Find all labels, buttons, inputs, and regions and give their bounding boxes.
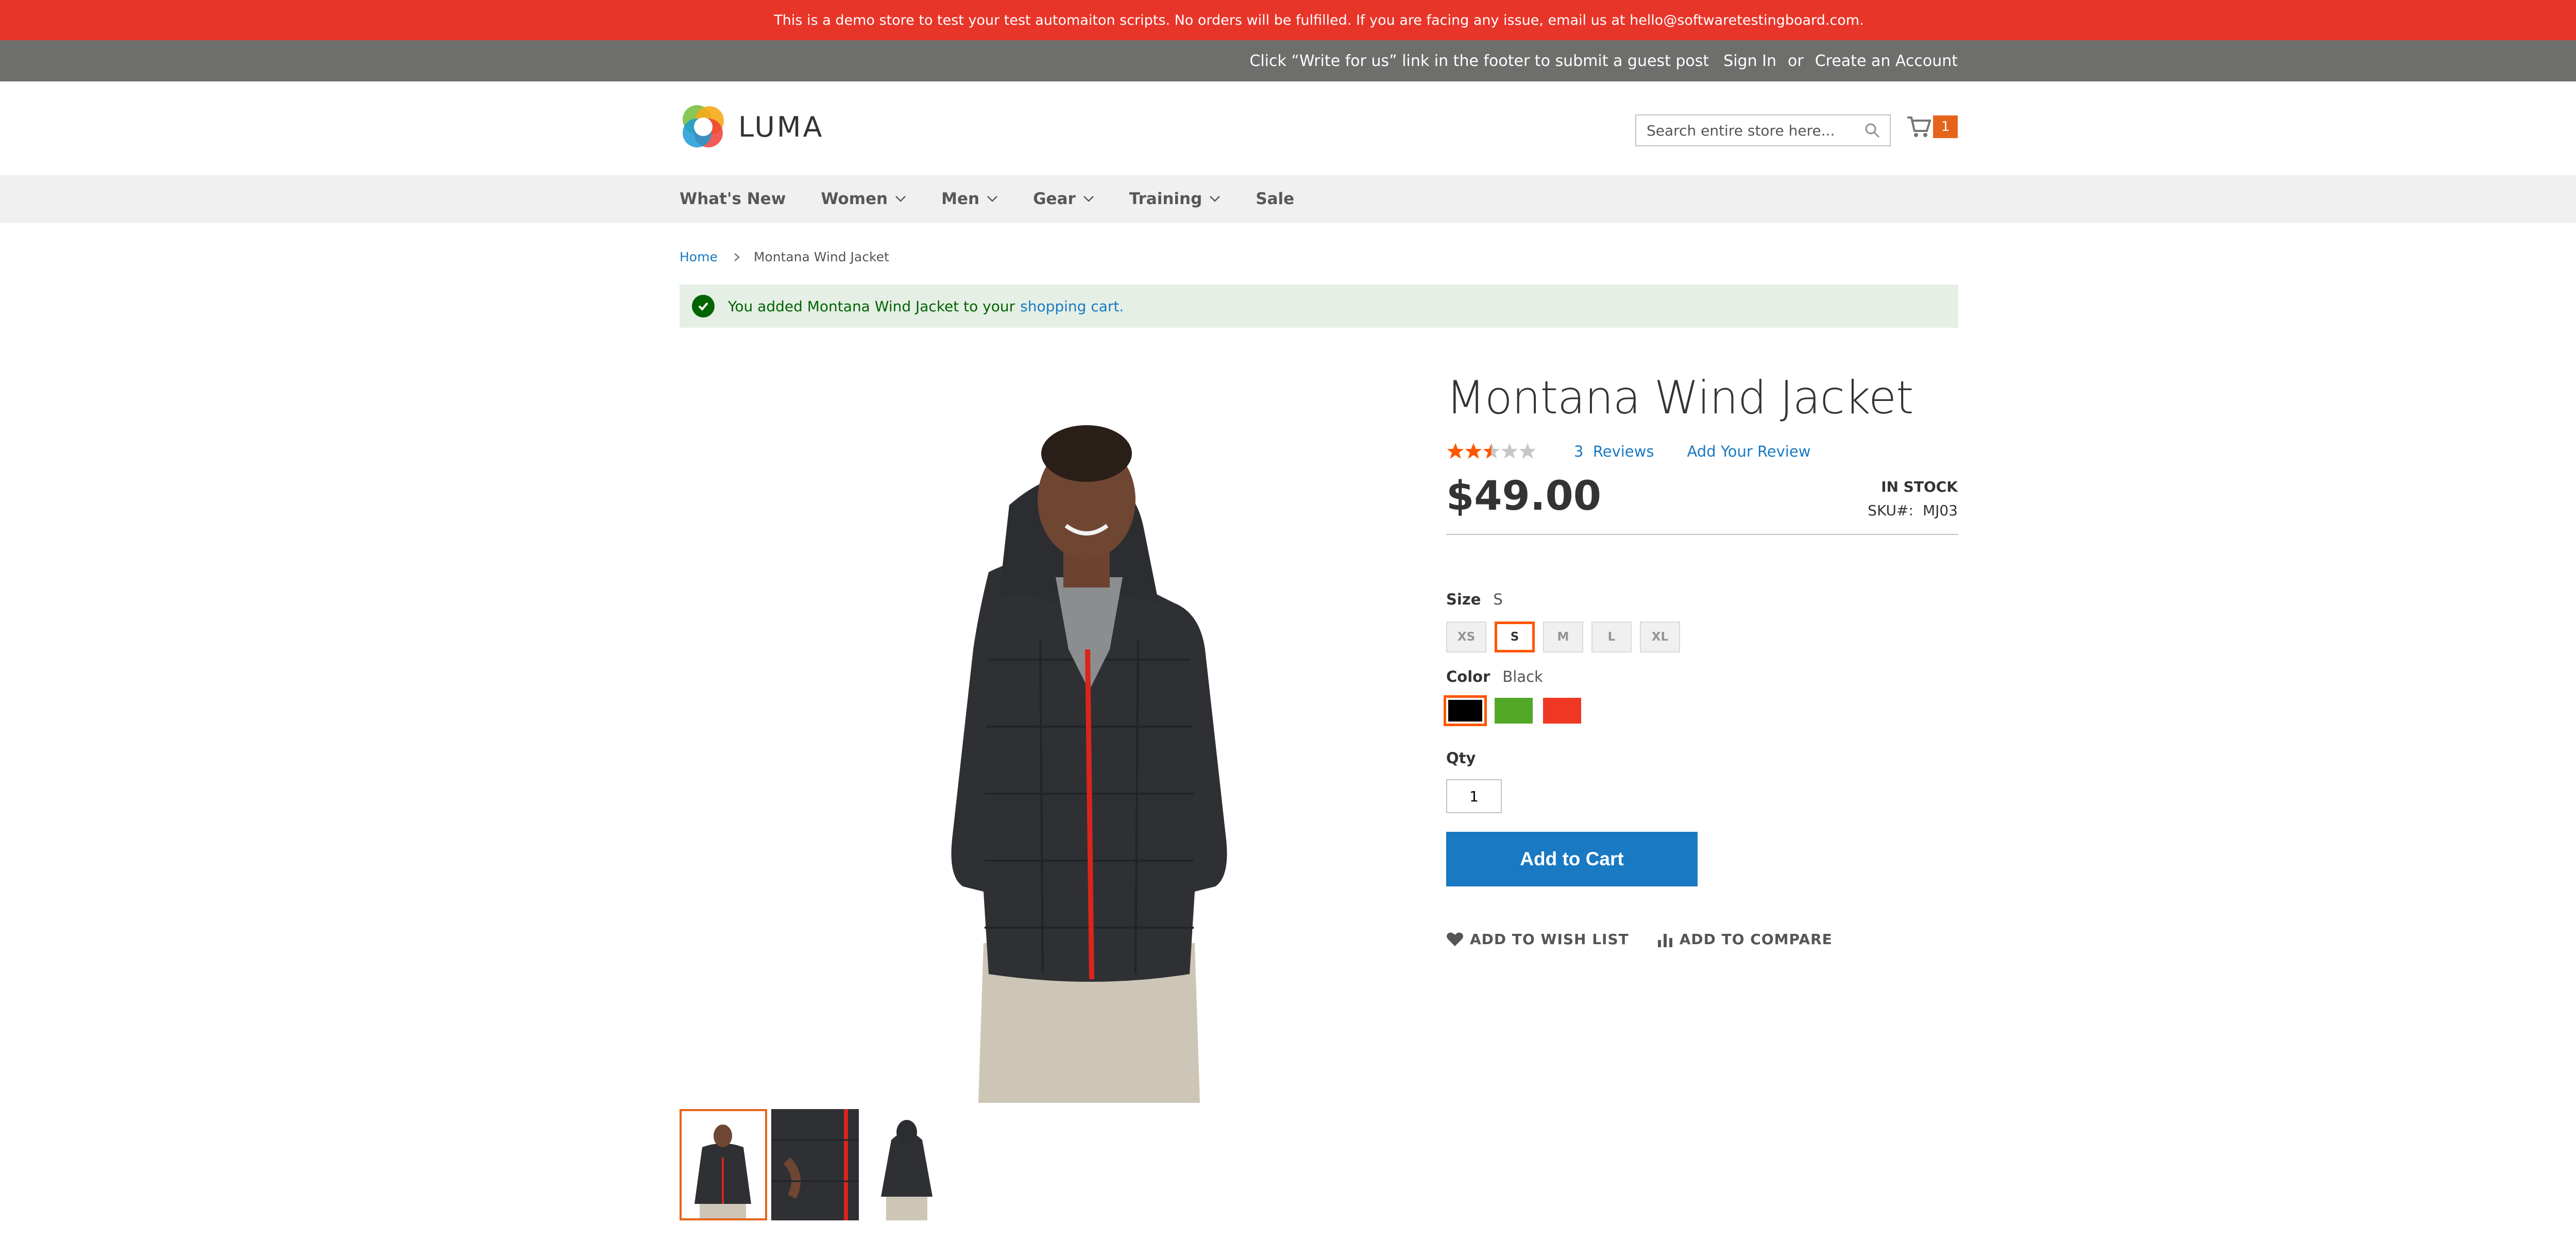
nav-item-sale[interactable]: Sale <box>1256 190 1294 208</box>
top-links: Click “Write for us” link in the footer … <box>1249 40 1958 81</box>
luma-logo[interactable]: LUMA <box>680 103 824 150</box>
or-text: or <box>1788 52 1804 70</box>
chevron-down-icon <box>987 195 998 203</box>
search-input[interactable] <box>1646 121 1865 140</box>
compare-label: ADD TO COMPARE <box>1679 931 1833 948</box>
gallery-thumbnail[interactable] <box>863 1109 951 1220</box>
product-rating: 3 Reviews Add Your Review <box>1446 442 1810 461</box>
breadcrumb: Home Montana Wind Jacket <box>680 249 889 264</box>
size-swatch-l[interactable]: L <box>1591 622 1632 652</box>
gallery-thumbnails <box>680 1109 951 1220</box>
qty-input[interactable] <box>1446 779 1502 813</box>
nav-label: Men <box>941 190 980 208</box>
add-to-cart-button[interactable]: Add to Cart <box>1446 832 1698 886</box>
size-swatches: XS S M L XL <box>1446 622 1680 652</box>
nav-item-men[interactable]: Men <box>941 190 998 208</box>
reviews-label: Reviews <box>1592 443 1654 460</box>
check-circle-icon <box>692 295 715 317</box>
nav-item-gear[interactable]: Gear <box>1033 190 1094 208</box>
breadcrumb-home-link[interactable]: Home <box>680 249 718 264</box>
size-swatch-xs[interactable]: XS <box>1446 622 1486 652</box>
qty-label: Qty <box>1446 749 1476 767</box>
color-swatches <box>1444 695 1581 726</box>
nav-label: Gear <box>1033 190 1076 208</box>
write-for-us-text: Click “Write for us” link in the footer … <box>1249 52 1709 70</box>
product-price: $49.00 <box>1446 473 1601 519</box>
add-review-link[interactable]: Add Your Review <box>1687 443 1810 460</box>
sku-label: SKU#: <box>1868 502 1913 519</box>
chevron-right-icon <box>733 252 740 262</box>
gallery-thumbnail[interactable] <box>680 1109 767 1220</box>
create-account-link[interactable]: Create an Account <box>1815 52 1958 70</box>
color-swatch-red[interactable] <box>1543 698 1581 724</box>
size-option: Size S <box>1446 591 1503 608</box>
logo-text: LUMA <box>738 110 824 143</box>
chevron-down-icon <box>895 195 906 203</box>
product-actions: ADD TO WISH LIST ADD TO COMPARE <box>1446 931 1833 948</box>
add-to-compare-link[interactable]: ADD TO COMPARE <box>1657 931 1833 948</box>
nav-label: What's New <box>680 190 786 208</box>
demo-notice-text: This is a demo store to test your test a… <box>774 12 1864 28</box>
product-title: Montana Wind Jacket <box>1446 371 1914 424</box>
search-box[interactable] <box>1635 114 1891 146</box>
shopping-cart-link[interactable]: shopping cart. <box>1020 298 1124 315</box>
add-to-wishlist-link[interactable]: ADD TO WISH LIST <box>1446 931 1629 948</box>
nav-label: Women <box>821 190 888 208</box>
color-swatch-green[interactable] <box>1495 698 1533 724</box>
size-label: Size <box>1446 591 1481 608</box>
reviews-link[interactable]: 3 Reviews <box>1574 443 1654 460</box>
nav-label: Sale <box>1256 190 1295 208</box>
wishlist-label: ADD TO WISH LIST <box>1470 931 1629 948</box>
sku-value: MJ03 <box>1922 502 1958 519</box>
minicart[interactable]: 1 <box>1906 115 1958 138</box>
star-icon <box>1447 443 1536 459</box>
size-selected-value: S <box>1493 591 1503 608</box>
sign-in-link[interactable]: Sign In <box>1723 52 1776 70</box>
size-swatch-s[interactable]: S <box>1495 622 1535 652</box>
cart-count-badge[interactable]: 1 <box>1933 115 1958 138</box>
divider <box>1446 534 1958 535</box>
site-header: LUMA 1 <box>0 81 2576 175</box>
nav-label: Training <box>1129 190 1202 208</box>
size-swatch-m[interactable]: M <box>1543 622 1583 652</box>
heart-icon <box>1447 932 1463 946</box>
product-main-image[interactable] <box>680 371 1421 1103</box>
nav-item-whats-new[interactable]: What's New <box>680 190 786 208</box>
breadcrumb-current: Montana Wind Jacket <box>753 249 889 264</box>
chevron-down-icon <box>1209 195 1221 203</box>
top-links-bar: Click “Write for us” link in the footer … <box>0 40 2576 81</box>
size-swatch-xl[interactable]: XL <box>1640 622 1680 652</box>
message-text: You added Montana Wind Jacket to your <box>728 297 1015 315</box>
nav-item-training[interactable]: Training <box>1129 190 1221 208</box>
cart-icon[interactable] <box>1906 115 1932 138</box>
product-sku: SKU#: MJ03 <box>1868 502 1958 519</box>
chevron-down-icon <box>1083 195 1094 203</box>
compare-icon <box>1657 933 1672 947</box>
jacket-photo <box>951 425 1227 1103</box>
search-icon[interactable] <box>1865 122 1880 139</box>
nav-item-women[interactable]: Women <box>821 190 906 208</box>
color-option: Color Black <box>1446 668 1543 685</box>
color-selected-value: Black <box>1502 668 1543 685</box>
color-label: Color <box>1446 668 1490 685</box>
success-message: You added Montana Wind Jacket to your sh… <box>680 284 1958 328</box>
demo-notice: This is a demo store to test your test a… <box>0 0 2576 40</box>
rating-stars <box>1446 442 1539 461</box>
stock-status: IN STOCK <box>1881 478 1958 495</box>
main-navigation: What's New Women Men Gear Training Sale <box>0 175 2576 223</box>
color-swatch-black[interactable] <box>1444 695 1487 726</box>
luma-logo-icon <box>683 105 724 147</box>
gallery-thumbnail[interactable] <box>771 1109 859 1220</box>
reviews-count: 3 <box>1574 443 1584 460</box>
